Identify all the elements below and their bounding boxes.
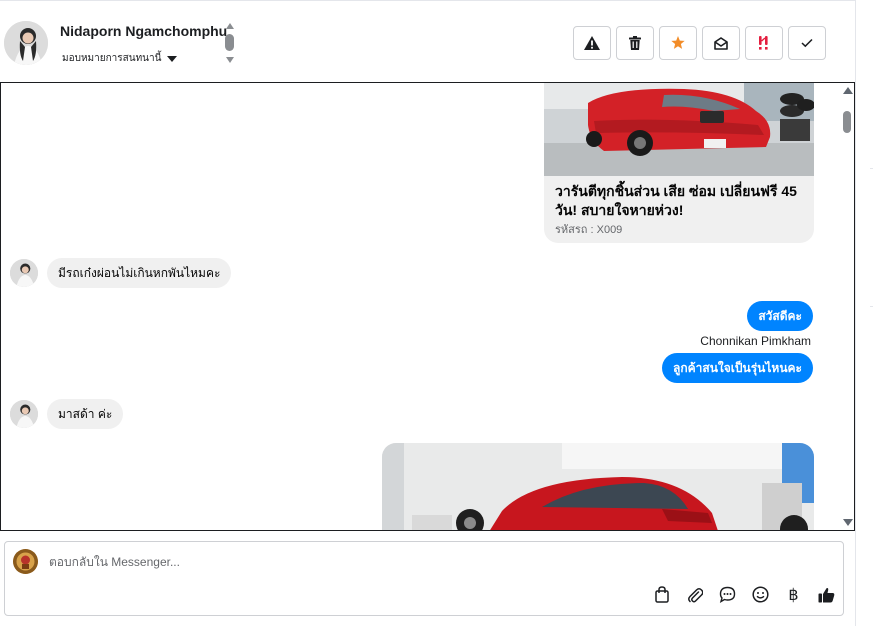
report-spam-button[interactable]	[573, 26, 611, 60]
car-photo-image	[544, 83, 814, 176]
mark-done-button[interactable]	[788, 26, 826, 60]
assign-conversation-dropdown[interactable]: มอบหมายการสนทนานี้	[62, 51, 178, 66]
delete-button[interactable]	[616, 26, 654, 60]
thread-scrollbar[interactable]	[840, 83, 854, 530]
star-button[interactable]	[659, 26, 697, 60]
emoji-icon[interactable]	[749, 583, 772, 606]
customer-avatar[interactable]	[10, 259, 38, 287]
listing-code: รหัสรถ : X009	[555, 224, 623, 236]
message-thread[interactable]: วารันตีทุกชิ้นส่วน เสีย ซ่อม เปลี่ยนฟรี …	[0, 82, 855, 531]
reply-input[interactable]	[49, 553, 549, 571]
conversation-header: Nidaporn Ngamchomphu มอบหมายการสนทนานี้	[0, 0, 855, 82]
page-avatar	[13, 549, 38, 574]
baht-icon[interactable]: ฿	[782, 583, 805, 606]
contact-name[interactable]: Nidaporn Ngamchomphu	[60, 23, 227, 39]
assign-label: มอบหมายการสนทนานี้	[62, 53, 162, 64]
scroll-thumb[interactable]	[843, 111, 851, 133]
sender-name: Chonnikan Pimkham	[700, 334, 811, 348]
mark-unread-button[interactable]	[702, 26, 740, 60]
conversation-actions	[573, 26, 826, 60]
scroll-up-icon[interactable]	[843, 87, 853, 94]
side-panel-edge	[855, 0, 873, 626]
trash-icon	[629, 36, 641, 50]
check-icon	[801, 38, 813, 48]
vehicle-listing-card[interactable]: วารันตีทุกชิ้นส่วน เสีย ซ่อม เปลี่ยนฟรี …	[544, 83, 814, 243]
scroll-thumb[interactable]	[225, 34, 234, 51]
follow-up-icon	[759, 36, 768, 50]
car-photo-image[interactable]	[382, 443, 814, 531]
customer-avatar[interactable]	[10, 400, 38, 428]
paperclip-icon[interactable]	[683, 583, 706, 606]
shopping-bag-icon[interactable]	[650, 583, 673, 606]
scroll-up-icon[interactable]	[226, 23, 234, 29]
listing-title: วารันตีทุกชิ้นส่วน เสีย ซ่อม เปลี่ยนฟรี …	[555, 183, 797, 218]
envelope-open-icon	[714, 36, 728, 50]
scroll-down-icon[interactable]	[843, 519, 853, 526]
inbox-conversation-view: Nidaporn Ngamchomphu มอบหมายการสนทนานี้	[0, 0, 873, 626]
thumbs-up-icon[interactable]	[815, 583, 838, 606]
star-icon	[671, 36, 685, 49]
warning-icon	[584, 36, 600, 50]
header-scrollbar[interactable]	[224, 21, 236, 67]
outgoing-message[interactable]: ลูกค้าสนใจเป็นรุ่นไหนคะ	[662, 353, 813, 383]
incoming-message[interactable]: มาสด้า ค่ะ	[47, 399, 124, 429]
composer-toolbar: ฿	[650, 583, 838, 606]
follow-up-button[interactable]	[745, 26, 783, 60]
chevron-down-icon	[167, 55, 178, 62]
scroll-down-icon[interactable]	[226, 57, 234, 63]
contact-avatar[interactable]	[4, 21, 48, 65]
reply-composer: ฿	[4, 541, 844, 616]
outgoing-message[interactable]: สวัสดีคะ	[747, 301, 813, 331]
saved-reply-icon[interactable]	[716, 583, 739, 606]
incoming-message[interactable]: มีรถเก๋งผ่อนไม่เกินหกพันไหมคะ	[47, 258, 232, 288]
